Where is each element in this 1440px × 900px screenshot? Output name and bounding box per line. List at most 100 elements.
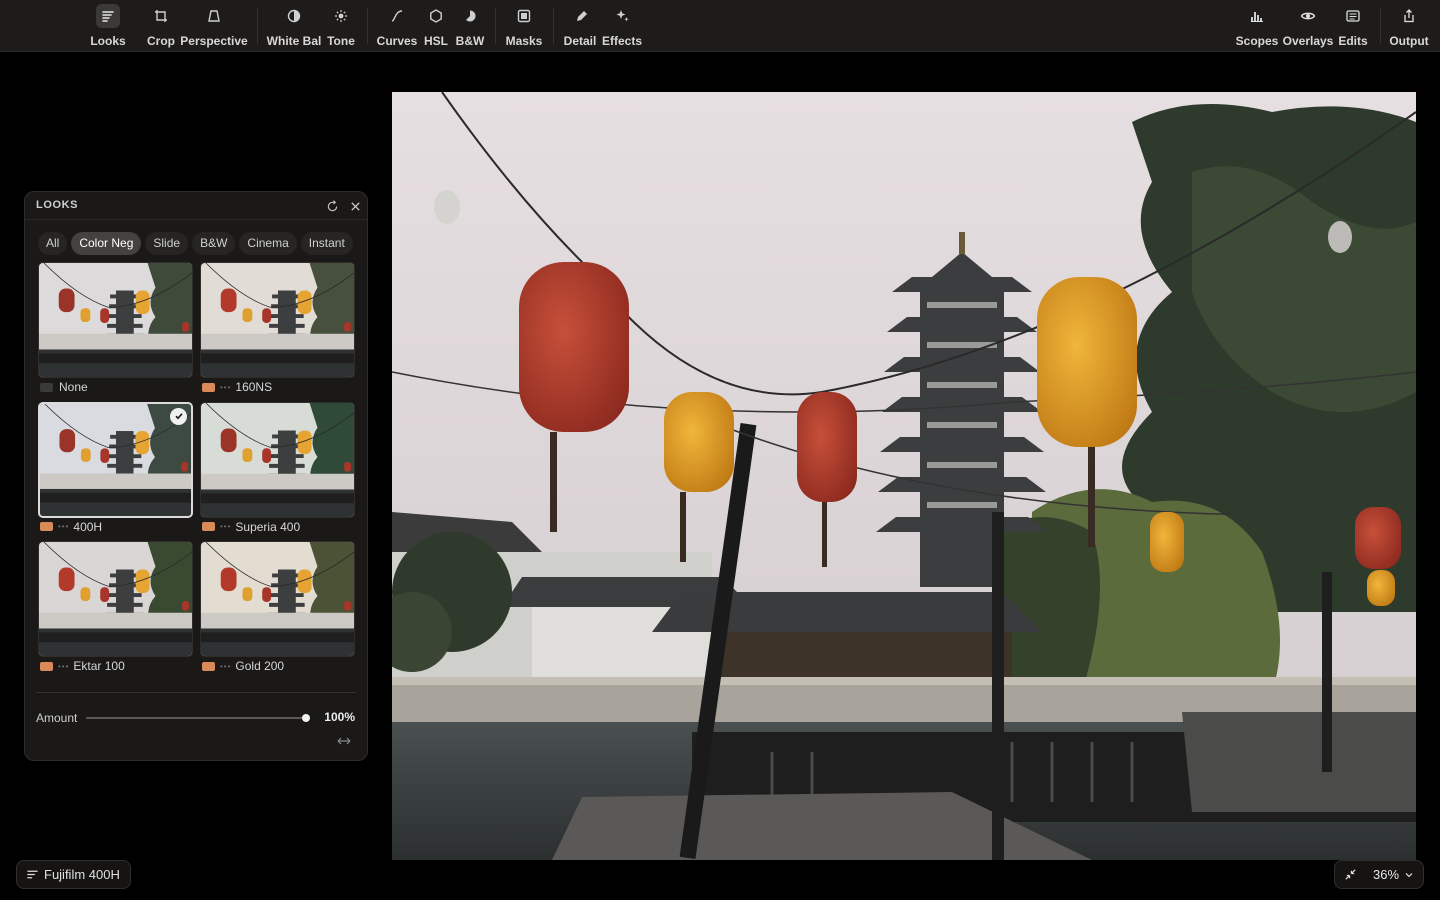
look-thumbnail xyxy=(200,401,355,518)
tool-label: Looks xyxy=(90,34,126,48)
tool-label: Crop xyxy=(147,34,175,48)
look-name: Ektar 100 xyxy=(73,659,125,673)
tool-bw[interactable]: B&W xyxy=(454,4,486,50)
chip-slide[interactable]: Slide xyxy=(145,232,189,255)
hsl-icon xyxy=(424,4,448,28)
tool-effects[interactable]: Effects xyxy=(601,4,643,50)
look-card[interactable]: None xyxy=(38,262,193,395)
crop-icon xyxy=(149,4,173,28)
look-thumbnail xyxy=(200,262,355,378)
look-card-footer: ••• 160NS xyxy=(202,380,272,394)
amount-value: 100% xyxy=(324,710,355,724)
white-balance-icon xyxy=(282,4,306,28)
tool-white-balance[interactable]: White Bal xyxy=(266,4,322,50)
current-look-badge[interactable]: Fujifilm 400H xyxy=(16,860,131,889)
tool-label: Masks xyxy=(505,34,543,48)
look-card[interactable]: ••• Superia 400 xyxy=(200,401,355,535)
tool-curves[interactable]: Curves xyxy=(377,4,417,50)
looks-icon xyxy=(96,4,120,28)
toolbar-divider xyxy=(553,8,554,44)
curves-icon xyxy=(385,4,409,28)
chip-instant[interactable]: Instant xyxy=(300,232,353,255)
tool-label: Detail xyxy=(563,34,597,48)
reset-button[interactable] xyxy=(323,197,341,215)
look-thumbnail xyxy=(38,541,193,657)
main-photo-canvas[interactable] xyxy=(392,92,1416,860)
tool-hsl[interactable]: HSL xyxy=(420,4,452,50)
look-name: Superia 400 xyxy=(235,519,301,534)
film-swatch xyxy=(202,661,215,671)
slider-knob[interactable] xyxy=(302,714,310,722)
look-card[interactable]: ••• 400H xyxy=(38,401,193,535)
tool-detail[interactable]: Detail xyxy=(562,4,598,50)
slider-fill xyxy=(86,717,306,719)
tool-output[interactable]: Output xyxy=(1389,4,1429,50)
tool-tone[interactable]: Tone xyxy=(324,4,358,50)
bw-icon xyxy=(458,4,482,28)
tool-perspective[interactable]: Perspective xyxy=(180,4,248,50)
dots-icon: ••• xyxy=(220,522,232,531)
look-card-footer: ••• 400H xyxy=(40,520,102,534)
tool-masks[interactable]: Masks xyxy=(504,4,544,50)
dots-icon: ••• xyxy=(220,661,232,671)
amount-slider[interactable] xyxy=(86,714,310,722)
look-name: Gold 200 xyxy=(235,659,285,673)
panel-title: LOOKS xyxy=(36,199,79,211)
tool-label: Tone xyxy=(327,34,355,48)
film-swatch xyxy=(202,522,215,531)
look-card[interactable]: ••• Ektar 100 xyxy=(38,541,193,674)
chip-bw[interactable]: B&W xyxy=(192,232,236,255)
tool-label: HSL xyxy=(424,34,448,48)
edits-icon xyxy=(1341,4,1365,28)
tool-label: Effects xyxy=(601,34,642,48)
tone-icon xyxy=(329,4,353,28)
tool-crop[interactable]: Crop xyxy=(141,4,181,50)
look-thumbnail xyxy=(38,262,193,378)
tool-edits[interactable]: Edits xyxy=(1335,4,1371,50)
tool-label: Overlays xyxy=(1282,34,1334,48)
detail-icon xyxy=(568,4,592,28)
zoom-level[interactable]: 36% xyxy=(1373,867,1399,882)
output-icon xyxy=(1397,4,1421,28)
looks-panel: LOOKS All Color Neg Slide B&W Cinema Ins… xyxy=(24,191,368,761)
toolbar-divider xyxy=(1380,8,1381,44)
look-card[interactable]: ••• Gold 200 xyxy=(200,541,355,674)
close-button[interactable] xyxy=(346,197,364,215)
current-look-name: Fujifilm 400H xyxy=(44,867,120,882)
perspective-icon xyxy=(202,4,226,28)
tool-label: B&W xyxy=(455,34,485,48)
look-card[interactable]: ••• 160NS xyxy=(200,262,355,395)
chip-color-neg[interactable]: Color Neg xyxy=(71,232,142,255)
tool-overlays[interactable]: Overlays xyxy=(1283,4,1333,50)
photo-image xyxy=(392,92,1416,860)
overlays-icon xyxy=(1296,4,1320,28)
chevron-down-icon[interactable] xyxy=(1404,870,1414,880)
shrink-icon xyxy=(1344,869,1356,880)
scopes-icon xyxy=(1245,4,1269,28)
film-swatch xyxy=(40,522,53,531)
tool-label: Output xyxy=(1389,34,1429,48)
dots-icon: ••• xyxy=(58,661,70,671)
reset-icon xyxy=(327,199,337,211)
expand-arrows-icon[interactable] xyxy=(337,736,351,746)
film-swatch xyxy=(40,661,53,671)
look-thumbnail xyxy=(200,541,355,657)
toolbar-divider xyxy=(495,8,496,44)
tool-scopes[interactable]: Scopes xyxy=(1235,4,1279,50)
look-name: 160NS xyxy=(235,380,273,394)
toolbar-divider xyxy=(367,8,368,44)
top-toolbar: Looks Crop Perspective White Bal Tone Cu… xyxy=(0,0,1440,52)
chip-all[interactable]: All xyxy=(38,232,68,255)
fit-to-screen-button[interactable] xyxy=(1335,861,1365,888)
film-swatch xyxy=(40,382,53,392)
tool-label: Perspective xyxy=(180,34,248,48)
panel-header: LOOKS xyxy=(25,192,367,220)
look-card-footer: None xyxy=(40,380,88,394)
look-card-footer: ••• Gold 200 xyxy=(202,659,284,673)
category-chips: All Color Neg Slide B&W Cinema Instant xyxy=(38,232,353,255)
tool-looks[interactable]: Looks xyxy=(88,4,128,50)
look-card-footer: ••• Ektar 100 xyxy=(40,659,125,673)
panel-divider xyxy=(36,692,356,693)
chip-cinema[interactable]: Cinema xyxy=(239,232,297,255)
tool-label: Scopes xyxy=(1235,34,1279,48)
